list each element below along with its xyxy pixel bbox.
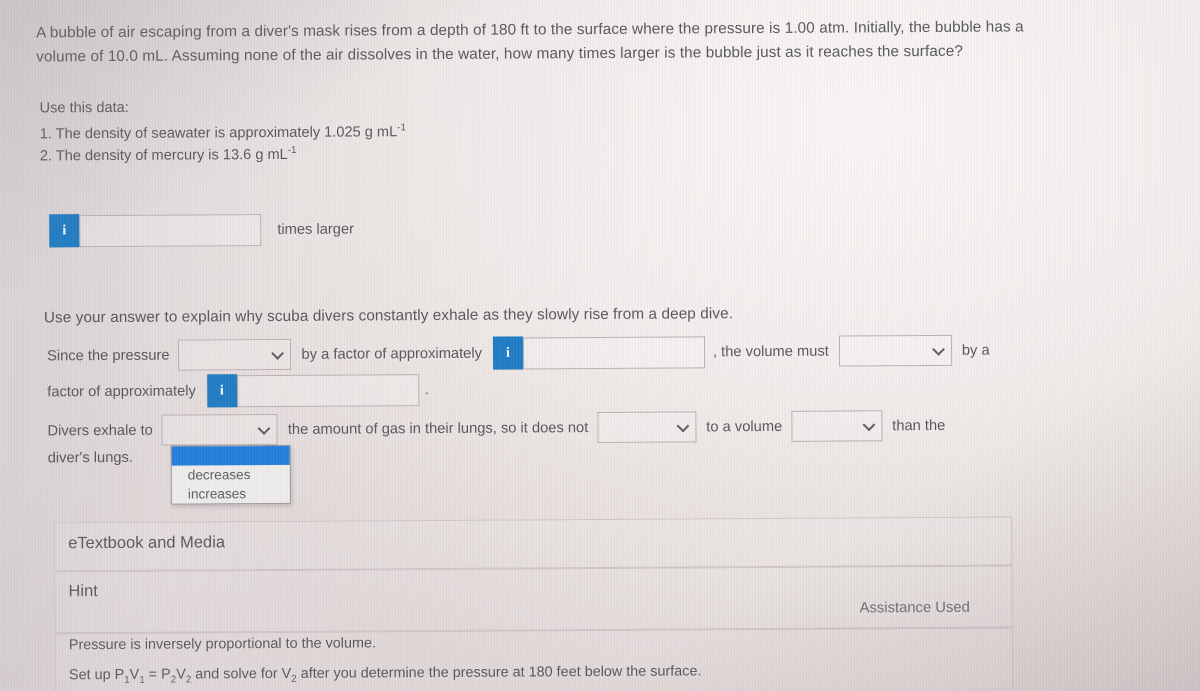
- line2-period: .: [424, 381, 429, 398]
- hint-formula-v1: V: [129, 666, 140, 683]
- chevron-down-icon: [862, 417, 876, 431]
- dropdown-option-decreases[interactable]: decreases: [172, 465, 290, 485]
- chevron-down-icon: [931, 342, 945, 356]
- dropdown-option-increases[interactable]: increases: [172, 484, 290, 504]
- hint-formula-v2: V: [176, 666, 186, 683]
- expand-dropdown[interactable]: [597, 411, 697, 444]
- line1-text-a: Since the pressure: [47, 347, 170, 364]
- volume-comparison-dropdown[interactable]: [791, 410, 883, 442]
- explanation-line-2: factor of approximately i .: [47, 373, 429, 408]
- hint-formula-solve: and solve for V: [191, 665, 292, 683]
- chevron-down-icon: [676, 419, 690, 432]
- exhale-amount-dropdown[interactable]: [161, 413, 278, 446]
- pressure-change-dropdown[interactable]: [178, 338, 292, 371]
- assistance-used-label: Assistance Used: [859, 599, 970, 617]
- hint-formula-p1: Set up P: [68, 666, 125, 684]
- line4-text-a: diver's lungs.: [47, 449, 133, 467]
- line1-text-c: , the volume must: [712, 343, 829, 360]
- info-icon[interactable]: i: [492, 336, 524, 370]
- line3-text-b: the amount of gas in their lungs, so it …: [287, 419, 589, 438]
- answer-unit-label: times larger: [277, 221, 355, 238]
- exhale-amount-dropdown-list[interactable]: decreases increases: [170, 444, 291, 505]
- hint-line-1: Pressure is inversely proportional to th…: [68, 635, 377, 654]
- data-item-2: 2. The density of mercury is 13.6 g mL-1: [40, 144, 297, 168]
- info-icon[interactable]: i: [206, 374, 237, 408]
- etextbook-panel-title: eTextbook and Media: [68, 533, 226, 553]
- data-item-2-exponent: -1: [287, 144, 297, 157]
- line1-text-b: by a factor of approximately: [301, 345, 482, 363]
- explanation-line-1: Since the pressure by a factor of approx…: [47, 334, 990, 373]
- volume-factor-input[interactable]: [236, 373, 419, 407]
- question-paragraph: A bubble of air escaping from a diver's …: [36, 18, 1024, 65]
- data-item-2-text: 2. The density of mercury is 13.6 g mL: [39, 146, 288, 165]
- pressure-factor-input[interactable]: [522, 335, 706, 369]
- hint-formula-tail: after you determine the pressure at 180 …: [296, 663, 702, 682]
- hint-panel-title: Hint: [68, 582, 98, 601]
- answer-input[interactable]: [79, 213, 262, 247]
- data-item-1-exponent: -1: [397, 122, 406, 134]
- explanation-line-3: Divers exhale to the amount of gas in th…: [47, 410, 945, 446]
- data-item-1: 1. The density of seawater is approximat…: [40, 121, 406, 145]
- volume-change-dropdown[interactable]: [838, 334, 952, 367]
- answer-row: i times larger: [49, 213, 354, 248]
- explanation-prompt: Use your answer to explain why scuba div…: [43, 305, 734, 327]
- chevron-down-icon: [271, 346, 285, 360]
- line3-text-a: Divers exhale to: [47, 422, 153, 439]
- line3-text-c: to a volume: [706, 418, 783, 435]
- hint-formula-eq: = P: [144, 666, 171, 683]
- info-icon[interactable]: i: [49, 214, 80, 248]
- line1-text-d: by a: [961, 342, 990, 359]
- data-item-1-text: 1. The density of seawater is approximat…: [39, 124, 398, 143]
- dropdown-option-blank[interactable]: [171, 445, 290, 466]
- data-heading: Use this data:: [39, 99, 129, 117]
- line3-text-d: than the: [892, 417, 946, 434]
- hint-line-2: Set up P1V1 = P2V2 and solve for V2 afte…: [69, 660, 702, 686]
- line2-text-a: factor of approximately: [47, 382, 196, 400]
- chevron-down-icon: [257, 421, 271, 435]
